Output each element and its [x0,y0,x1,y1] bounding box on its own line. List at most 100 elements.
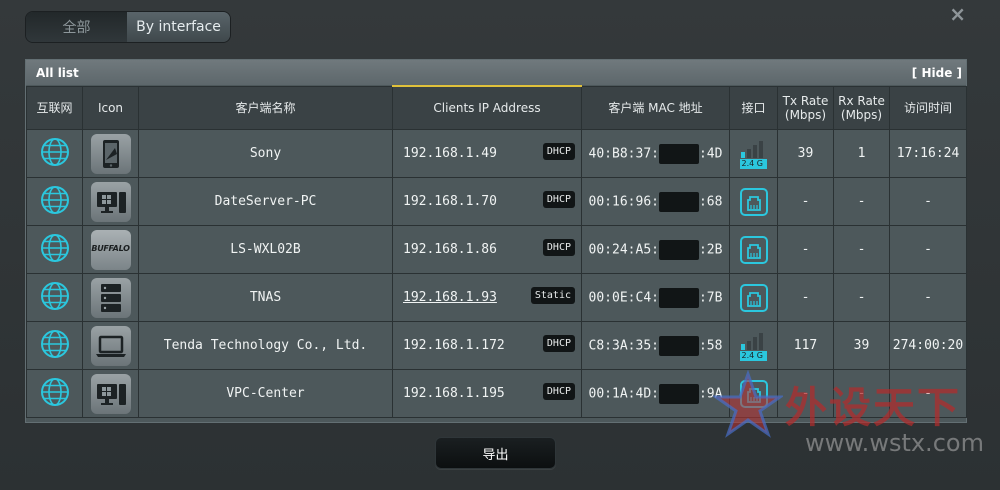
mac-redaction [658,191,699,212]
watermark-url: www.wstx.com [805,429,984,457]
client-ip[interactable]: 192.168.1.93 [403,290,497,305]
hide-link[interactable]: [ Hide ] [912,66,962,80]
interface-cell [729,273,778,322]
globe-icon[interactable] [40,185,70,215]
tab-all[interactable]: 全部 [26,12,127,42]
device-icon-cell [82,369,139,418]
access-time: - [889,273,967,322]
ethernet-icon [739,379,769,409]
client-ip[interactable]: 192.168.1.195 [403,386,505,401]
device-icon-cell [82,273,139,322]
export-button[interactable]: 导出 [435,437,556,469]
table-row[interactable]: DateServer-PC 192.168.1.70 DHCP 00:16:96:… [26,177,967,226]
client-ip[interactable]: 192.168.1.49 [403,146,497,161]
mac-prefix: 00:0E:C4: [588,290,659,305]
tx-rate: - [777,225,834,274]
globe-icon[interactable] [40,137,70,167]
ip-type-badge: DHCP [542,143,575,160]
mac-cell: 00:0E:C4::7B [581,273,730,322]
table-row[interactable]: VPC-Center 192.168.1.195 DHCP 00:1A:4D: :9… [26,369,967,418]
internet-cell [26,225,83,274]
globe-icon[interactable] [40,233,70,263]
client-name[interactable]: TNAS [138,273,393,322]
phone-icon[interactable] [90,133,131,174]
mac-prefix: 40:B8:37: [588,146,659,161]
globe-icon[interactable] [40,377,70,407]
col-header-access-time[interactable]: 访问时间 [889,85,967,130]
col-header-mac[interactable]: 客户端 MAC 地址 [581,85,730,130]
interface-cell [729,369,778,418]
ip-cell: 192.168.1.172 DHCP [392,321,582,370]
access-time: 274:00:20 [889,321,967,370]
client-name[interactable]: Tenda Technology Co., Ltd. [138,321,393,370]
list-title: All list [36,65,79,80]
table-row[interactable]: BUFFALO LS-WXL02B 192.168.1.86 DHCP 00:24… [26,225,967,274]
internet-cell [26,369,83,418]
client-name[interactable]: Sony [138,129,393,178]
access-time: - [889,369,967,418]
mac-cell: C8:3A:35: :58 [581,321,730,370]
mac-prefix: C8:3A:35: [588,338,659,353]
ip-type-badge: Static [530,287,575,304]
col-header-interface[interactable]: 接口 [729,85,778,130]
access-time: - [889,225,967,274]
rx-rate: - [833,225,890,274]
laptop-icon[interactable] [90,325,131,366]
mac-redaction [658,143,699,164]
table-row[interactable]: Tenda Technology Co., Ltd. 192.168.1.172… [26,321,967,370]
ip-cell: 192.168.1.70 DHCP [392,177,582,226]
ethernet-icon [739,235,769,265]
device-icon-cell [82,129,139,178]
tx-rate: - [777,273,834,322]
mac-suffix: :9A [698,386,723,401]
interface-cell [729,177,778,226]
client-ip[interactable]: 192.168.1.70 [403,194,497,209]
col-header-client-name[interactable]: 客户端名称 [138,85,393,130]
wifi-2.4g-icon: 2.4 G [739,138,769,170]
ip-type-badge: DHCP [542,239,575,256]
mac-cell: 00:24:A5::2B [581,225,730,274]
mac-prefix: 00:24:A5: [588,242,659,257]
nas-server-icon[interactable] [90,277,131,318]
globe-icon[interactable] [40,329,70,359]
close-icon[interactable]: × [949,4,966,24]
ethernet-icon [739,283,769,313]
tx-rate: 117 [777,321,834,370]
ip-cell: 192.168.1.93 Static [392,273,582,322]
interface-band-label: 2.4 G [741,158,763,168]
ip-type-badge: DHCP [542,383,575,400]
client-name[interactable]: VPC-Center [138,369,393,418]
col-header-ip[interactable]: Clients IP Address [392,85,582,130]
device-icon-cell [82,177,139,226]
tab-by-interface[interactable]: By interface [127,12,230,42]
mac-redaction [658,287,699,308]
col-header-internet[interactable]: 互联网 [26,85,83,130]
client-ip[interactable]: 192.168.1.86 [403,242,497,257]
mac-suffix: :68 [698,194,723,209]
col-header-tx-rate[interactable]: Tx Rate (Mbps) [777,85,834,130]
windows-pc-icon[interactable] [90,373,131,414]
device-logo-text: BUFFALO [91,243,130,253]
buffalo-logo-icon[interactable]: BUFFALO [90,229,131,270]
internet-cell [26,177,83,226]
ip-type-badge: DHCP [542,191,575,208]
table-row[interactable]: TNAS 192.168.1.93 Static 00:0E:C4::7B - -… [26,273,967,322]
mac-prefix: 00:1A:4D: [588,386,659,401]
globe-icon[interactable] [40,281,70,311]
rx-rate: 1 [833,129,890,178]
client-name[interactable]: DateServer-PC [138,177,393,226]
windows-pc-icon[interactable] [90,181,131,222]
col-header-icon[interactable]: Icon [82,85,139,130]
rx-rate: - [833,369,890,418]
client-ip[interactable]: 192.168.1.172 [403,338,505,353]
mac-cell: 00:16:96::68 [581,177,730,226]
mac-suffix: :58 [698,338,723,353]
table-row[interactable]: Sony 192.168.1.49 DHCP 40:B8:37::4D 2.4 G… [26,129,967,178]
col-header-rx-rate[interactable]: Rx Rate (Mbps) [833,85,890,130]
tx-rate: - [777,177,834,226]
mac-cell: 40:B8:37::4D [581,129,730,178]
interface-band-label: 2.4 G [741,350,763,360]
client-name[interactable]: LS-WXL02B [138,225,393,274]
client-list-panel: All list [ Hide ] 互联网 Icon 客户端名称 Clients… [25,59,967,423]
wifi-2.4g-icon: 2.4 G [739,330,769,362]
